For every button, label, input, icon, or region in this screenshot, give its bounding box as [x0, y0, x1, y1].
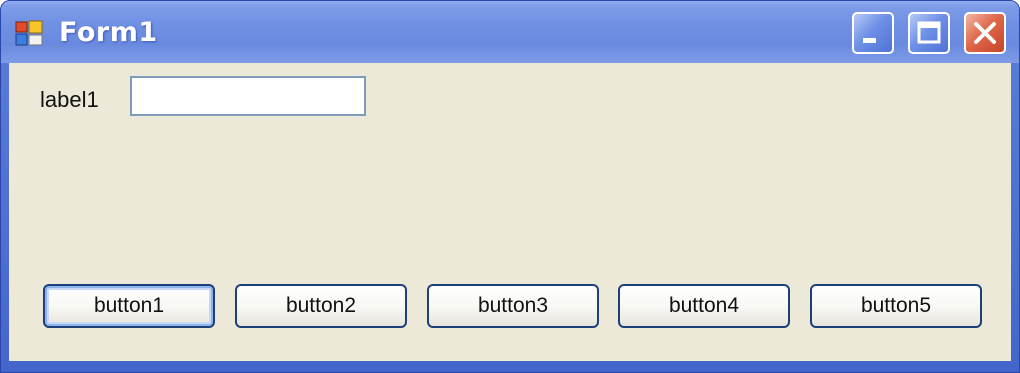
- maximize-icon: [917, 21, 941, 44]
- textbox1[interactable]: [130, 76, 366, 116]
- button3[interactable]: button3: [427, 284, 599, 328]
- minimize-icon: [863, 38, 876, 43]
- minimize-button[interactable]: [852, 12, 894, 54]
- application-icon[interactable]: [15, 20, 43, 46]
- form-client-area: label1 button1 button2 button3 button4 b…: [9, 63, 1011, 361]
- button1[interactable]: button1: [43, 284, 215, 328]
- button4[interactable]: button4: [618, 284, 790, 328]
- title-bar[interactable]: Form1: [1, 1, 1019, 63]
- maximize-button[interactable]: [908, 12, 950, 54]
- button5[interactable]: button5: [810, 284, 982, 328]
- label1: label1: [40, 87, 99, 112]
- form1-window: Form1 label1 button1 button2 button3 but…: [0, 0, 1020, 373]
- close-button[interactable]: [964, 12, 1006, 54]
- close-icon: [974, 22, 996, 44]
- button2[interactable]: button2: [235, 284, 407, 328]
- window-title: Form1: [59, 17, 158, 48]
